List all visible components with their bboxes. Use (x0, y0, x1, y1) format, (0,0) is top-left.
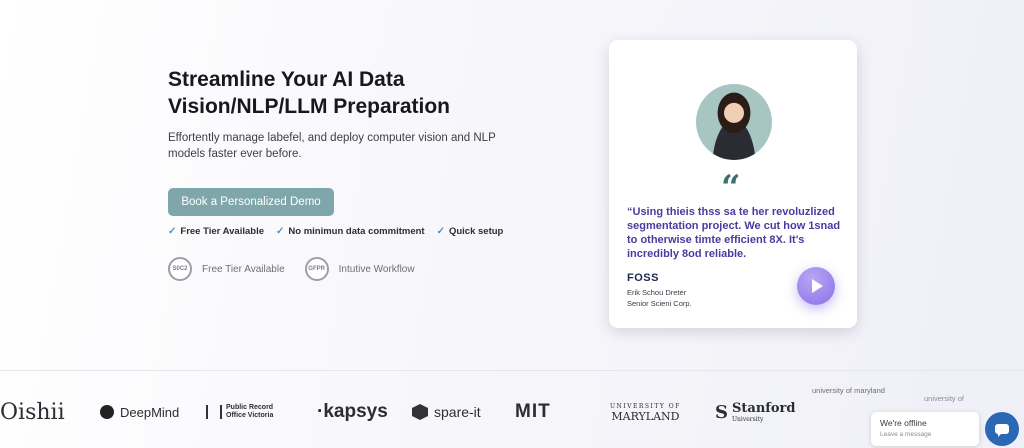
certification-badge-icon: GFPR (304, 257, 329, 281)
check-label: Quick setup (448, 226, 504, 237)
checkmark-icon: ✓ (168, 226, 177, 237)
logo-maryland: UNIVERSITY OF MARYLAND (610, 390, 681, 434)
hero-headline: Streamline Your AI Data Vision/NLP/LLM P… (168, 68, 450, 118)
author-title: Senior Scieni Corp. (627, 299, 692, 308)
book-demo-button[interactable]: Book a Personalized Demo (168, 188, 334, 216)
logo-text: spare-it (434, 404, 481, 420)
logo-kapsys: ·kapsys (317, 401, 388, 422)
stanford-tree-icon: S (715, 401, 728, 423)
feature-checklist: ✓ Free Tier Available ✓ No minimun data … (168, 226, 528, 237)
prov-icon (206, 405, 222, 419)
badge-label: Intutive Workflow (338, 263, 415, 275)
spare-it-icon (412, 404, 428, 420)
chat-subtitle: Leave a message (880, 431, 932, 438)
certification-badge-icon: S0C2 (168, 257, 192, 281)
testimonial-card: “ “Using thieis thss sa te her revoluzli… (609, 40, 857, 328)
play-video-button[interactable] (797, 267, 835, 305)
testimonial-brand-logo: FOSS (627, 272, 659, 284)
trust-badges: S0C2 Free Tier Available GFPR Intutive W… (168, 257, 528, 281)
testimonial-author: Erik Schou Dreter Senior Scieni Corp. (627, 287, 692, 309)
logo-text-block: Stanford University (732, 401, 795, 423)
checkmark-icon: ✓ (436, 226, 445, 237)
logo-text: DeepMind (120, 404, 180, 420)
section-divider (0, 370, 1024, 371)
chat-offline-widget[interactable]: We're offline Leave a message (871, 412, 979, 446)
checkmark-icon: ✓ (276, 226, 285, 237)
chat-launcher-button[interactable] (985, 412, 1019, 446)
check-label: No minimun data commitment (288, 226, 425, 237)
chat-bubble-icon (995, 424, 1009, 437)
badge-workflow: GFPR Intutive Workflow (304, 257, 415, 281)
hero-section: Streamline Your AI Data Vision/NLP/LLM P… (168, 66, 528, 281)
logo-text: Stanford (732, 401, 796, 416)
check-item: ✓ Quick setup (437, 226, 504, 237)
logo-oishii: Oishii (0, 399, 65, 425)
author-name: Erik Schou Dreter (627, 288, 687, 297)
badge-label: Free Tier Available (202, 263, 285, 275)
quote-icon: “ (721, 168, 741, 208)
hero-subtext: Effortently manage labefel, and deploy c… (168, 132, 496, 160)
logo-text: MARYLAND (611, 410, 680, 423)
play-icon (812, 279, 823, 293)
logo-text: University (732, 416, 764, 423)
logo-public-record-office: Public Record Office Victoria (206, 390, 273, 434)
logo-mit: MIT (515, 401, 551, 422)
logo-text: Public Record (226, 404, 274, 411)
check-item: ✓ No minimun data commitment (276, 226, 425, 237)
logo-deepmind: DeepMind (100, 390, 179, 434)
check-label: Free Tier Available (180, 226, 264, 237)
logo-stanford: S Stanford University (715, 390, 795, 434)
testimonial-avatar (696, 84, 772, 160)
logo-text-block: Public Record Office Victoria (226, 404, 273, 420)
deepmind-icon (100, 405, 114, 419)
logo-text: Office Victoria (226, 412, 274, 419)
check-item: ✓ Free Tier Available (168, 226, 264, 237)
chat-title: We're offline (880, 418, 927, 428)
logo-spare-it: spare-it (412, 390, 481, 434)
badge-free-tier: S0C2 Free Tier Available (168, 257, 285, 281)
testimonial-quote: “Using thieis thss sa te her revoluzlize… (627, 206, 841, 260)
